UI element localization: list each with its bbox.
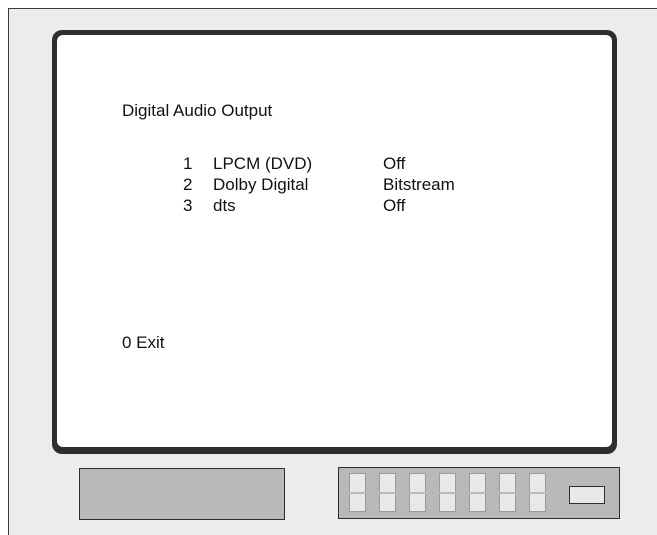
control-button[interactable] [409, 473, 426, 512]
menu-item-value: Off [383, 196, 406, 215]
control-button[interactable] [499, 473, 516, 512]
control-button[interactable] [439, 473, 456, 512]
menu-item-number: 3 [183, 196, 193, 215]
control-button[interactable] [469, 473, 486, 512]
display-panel [79, 468, 285, 520]
control-button[interactable] [349, 473, 366, 512]
menu-item-number: 2 [183, 175, 193, 194]
menu-item-label: dts [213, 196, 236, 215]
control-panel [338, 467, 620, 519]
power-button[interactable] [569, 486, 605, 504]
tv-screen [57, 35, 612, 447]
menu-item-value: Off [383, 154, 406, 173]
menu-title: Digital Audio Output [122, 101, 273, 120]
menu-item-number: 1 [183, 154, 193, 173]
menu-item-label: LPCM (DVD) [213, 154, 313, 173]
menu-item-value: Bitstream [383, 175, 455, 194]
menu-item-label: Dolby Digital [213, 175, 309, 194]
menu-exit-option[interactable]: 0 Exit [122, 333, 165, 353]
control-button[interactable] [379, 473, 396, 512]
control-button[interactable] [529, 473, 546, 512]
